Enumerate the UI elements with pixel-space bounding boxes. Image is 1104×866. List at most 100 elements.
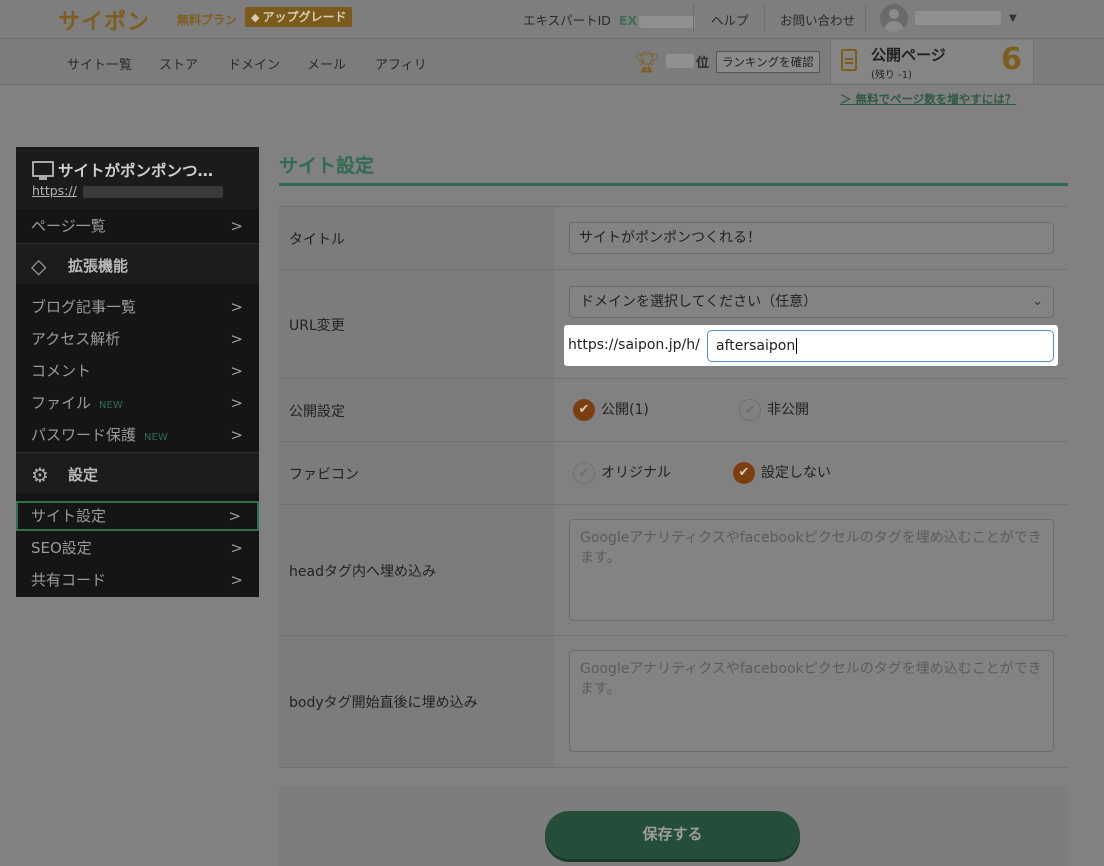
new-badge: NEW: [144, 432, 168, 443]
form-row-title: タイトル サイトがポンポンつくれる！: [279, 206, 1068, 270]
diamond-icon: ◇: [31, 254, 47, 278]
nav-mail[interactable]: メール: [307, 54, 346, 73]
check-icon: ✔: [739, 399, 761, 421]
sidebar-site-url[interactable]: https://: [32, 183, 223, 198]
expert-id-value: EX: [618, 13, 638, 28]
form-row-head-embed: headタグ内へ埋め込み Googleアナリティクスやfacebookピクセルの…: [279, 504, 1068, 636]
section-label: 拡張機能: [68, 257, 129, 275]
chevron-right-icon: >: [230, 394, 243, 412]
nav-site-list[interactable]: サイト一覧: [67, 54, 132, 73]
monitor-icon: [32, 161, 54, 180]
sidebar-item-label: コメント: [31, 362, 92, 380]
form-row-favicon: ファビコン ✔ オリジナル ✔ 設定しない: [279, 441, 1068, 505]
body-embed-label: bodyタグ開始直後に埋め込み: [279, 636, 555, 767]
radio-label: オリジナル: [601, 465, 671, 481]
sidebar-item-site-settings[interactable]: サイト設定 >: [16, 501, 259, 531]
sidebar-item-pages[interactable]: ページ一覧 >: [16, 211, 259, 241]
url-prefix: https://saipon.jp/h/: [568, 337, 700, 353]
saipon-logo[interactable]: サイポン: [58, 4, 150, 36]
publish-on-radio[interactable]: ✔ 公開(1): [573, 399, 649, 421]
check-icon: ✔: [733, 462, 755, 484]
site-url-prefix: https://: [32, 183, 77, 198]
chevron-down-icon: ⌄: [1032, 294, 1043, 309]
favicon-none-radio[interactable]: ✔ 設定しない: [733, 462, 831, 484]
document-icon: [841, 49, 857, 71]
expert-id: エキスパートID EX: [523, 10, 696, 29]
sidebar-item-analytics[interactable]: アクセス解析 >: [16, 324, 259, 354]
url-path-value: aftersaipon: [716, 338, 796, 354]
title-value-cell: サイトがポンポンつくれる！: [555, 207, 1068, 270]
radio-label: 公開(1): [601, 402, 649, 418]
radio-label: 非公開: [767, 402, 809, 418]
sidebar-item-label: アクセス解析: [31, 330, 121, 348]
publish-value-cell: ✔ 公開(1) ✔ 非公開: [555, 379, 1068, 442]
favicon-value-cell: ✔ オリジナル ✔ 設定しない: [555, 442, 1068, 505]
avatar[interactable]: [880, 4, 908, 32]
chevron-right-icon: >: [230, 426, 243, 444]
sidebar-item-blog[interactable]: ブログ記事一覧 >: [16, 292, 259, 322]
sidebar-item-label: SEO設定: [31, 539, 92, 557]
radio-label: 設定しない: [761, 465, 831, 481]
public-pages-title: 公開ページ: [871, 46, 946, 64]
sidebar-item-label: ブログ記事一覧: [31, 298, 137, 316]
publish-label: 公開設定: [279, 379, 555, 442]
domain-select[interactable]: ドメインを選択してください（任意） ⌄: [569, 286, 1054, 318]
public-pages-remaining: (残り -1): [871, 70, 912, 81]
chevron-right-icon: >: [230, 298, 243, 316]
upgrade-button[interactable]: ◆ アップグレード: [245, 7, 353, 27]
url-label: URL変更: [279, 270, 555, 379]
sidebar-section-extensions: ◇ 拡張機能: [16, 243, 259, 284]
title-label: タイトル: [279, 207, 555, 270]
redacted-url: [82, 185, 223, 198]
caret-down-icon[interactable]: ▼: [1009, 13, 1017, 24]
domain-select-value: ドメインを選択してください（任意）: [580, 294, 818, 310]
sidebar-item-password[interactable]: パスワード保護 NEW >: [16, 420, 259, 450]
chevron-right-icon: >: [230, 330, 243, 348]
sidebar: サイトがポンポンつ… https:// ページ一覧 > ◇ 拡張機能 ブログ記事一…: [16, 147, 259, 597]
contact-link[interactable]: お問い合わせ: [780, 10, 855, 29]
chevron-right-icon: >: [230, 539, 243, 557]
url-path-highlight: https://saipon.jp/h/ aftersaipon: [564, 325, 1058, 366]
sidebar-item-comments[interactable]: コメント >: [16, 356, 259, 386]
redacted-username[interactable]: [915, 11, 1001, 25]
favicon-label: ファビコン: [279, 442, 555, 505]
trophy-icon: 🏆︎: [634, 50, 660, 74]
favicon-original-radio[interactable]: ✔ オリジナル: [573, 462, 671, 484]
ranking-button[interactable]: ランキングを確認: [716, 51, 820, 73]
sidebar-item-label: ファイル: [31, 394, 92, 412]
increase-pages-link[interactable]: ＞ 無料でページ数を増やすには？: [840, 91, 1016, 107]
sidebar-item-label: パスワード保護: [31, 426, 137, 444]
gear-icon: ⚙: [31, 463, 49, 487]
text-cursor: [796, 338, 798, 354]
rank-suffix: 位: [696, 56, 710, 71]
sidebar-item-label: 共有コード: [31, 571, 107, 589]
section-label: 設定: [68, 466, 99, 484]
help-link[interactable]: ヘルプ: [711, 10, 749, 29]
form-row-body-embed: bodyタグ開始直後に埋め込み Googleアナリティクスやfacebookピク…: [279, 635, 1068, 768]
check-icon: ✔: [573, 399, 595, 421]
redacted-id: [639, 15, 696, 28]
sidebar-item-label: サイト設定: [31, 507, 107, 525]
new-badge: NEW: [99, 400, 123, 411]
redacted-rank: [666, 54, 694, 68]
chevron-right-icon: >: [230, 217, 243, 235]
sidebar-item-seo[interactable]: SEO設定 >: [16, 533, 259, 563]
url-path-input[interactable]: aftersaipon: [707, 330, 1054, 362]
head-embed-textarea[interactable]: Googleアナリティクスやfacebookピクセルのタグを埋め込むことができま…: [569, 519, 1054, 621]
body-embed-textarea[interactable]: Googleアナリティクスやfacebookピクセルのタグを埋め込むことができま…: [569, 650, 1054, 752]
sidebar-site-title: サイトがポンポンつ…: [58, 162, 214, 180]
publish-off-radio[interactable]: ✔ 非公開: [739, 399, 809, 421]
sidebar-item-files[interactable]: ファイル NEW >: [16, 388, 259, 418]
divider: [764, 4, 765, 32]
title-input[interactable]: サイトがポンポンつくれる！: [569, 222, 1054, 254]
page-title: サイト設定: [279, 155, 375, 177]
nav-store[interactable]: ストア: [159, 54, 198, 73]
nav-affiliate[interactable]: アフィリ: [375, 54, 427, 73]
divider: [865, 4, 866, 32]
save-button[interactable]: 保存する: [545, 811, 800, 859]
upgrade-label: アップグレード: [262, 10, 347, 24]
title-underline: [279, 183, 1068, 186]
sidebar-item-label: ページ一覧: [31, 217, 106, 235]
nav-domain[interactable]: ドメイン: [228, 54, 280, 73]
sidebar-item-shared-code[interactable]: 共有コード >: [16, 565, 259, 595]
